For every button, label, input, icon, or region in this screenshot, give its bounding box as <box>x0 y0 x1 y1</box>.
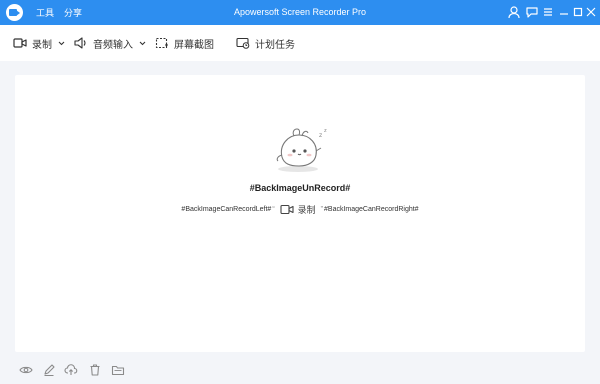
settings-icon[interactable] <box>541 5 555 19</box>
empty-mascot-icon: z z <box>272 125 342 175</box>
hint-left-text: #BackImageCanRecordLeft# <box>181 206 272 213</box>
video-camera-icon <box>280 204 294 215</box>
schedule-icon <box>236 37 250 49</box>
user-icon[interactable] <box>507 5 521 19</box>
screenshot-icon <box>155 37 168 49</box>
scheduled-task-label: 计划任务 <box>255 39 295 51</box>
trash-icon[interactable] <box>88 363 102 377</box>
svg-text:z: z <box>324 128 327 134</box>
feedback-icon[interactable] <box>525 5 539 19</box>
record-button[interactable]: 录制 <box>13 35 65 51</box>
minimize-icon[interactable] <box>557 5 571 19</box>
close-icon[interactable] <box>585 5 597 19</box>
screenshot-button[interactable]: 屏幕截图 <box>155 35 214 51</box>
audio-input-label: 音频输入 <box>93 39 133 51</box>
folder-icon[interactable] <box>111 363 125 377</box>
toolbar: 录制 音频输入 屏幕截图 计划任务 <box>0 25 600 61</box>
bottom-toolbar <box>0 357 600 384</box>
quote-close: ” <box>320 206 324 213</box>
chevron-down-icon[interactable] <box>139 41 146 46</box>
cloud-upload-icon[interactable] <box>64 363 78 377</box>
speaker-icon <box>74 37 86 49</box>
svg-text:z: z <box>319 132 322 139</box>
video-camera-icon <box>13 38 27 48</box>
audio-input-button[interactable]: 音频输入 <box>74 35 146 51</box>
quote-open: “ <box>272 206 275 213</box>
recordings-list-area: z z #BackImageUnRecord# #BackImageCanRec… <box>15 75 585 352</box>
hint-record-link[interactable]: 录制 <box>280 203 316 216</box>
empty-state-hint: #BackImageCanRecordLeft# “ 录制 ” #BackIma… <box>15 203 585 216</box>
screenshot-label: 屏幕截图 <box>174 39 214 51</box>
pencil-icon[interactable] <box>42 363 56 377</box>
title-bar: 工具 分享 Apowersoft Screen Recorder Pro <box>0 0 600 25</box>
hint-record-label: 录制 <box>297 205 316 215</box>
hint-right-text: #BackImageCanRecordRight# <box>324 206 419 213</box>
scheduled-task-button[interactable]: 计划任务 <box>236 35 295 51</box>
record-label: 录制 <box>32 39 52 51</box>
empty-state-title: #BackImageUnRecord# <box>249 183 351 193</box>
eye-icon[interactable] <box>19 363 33 377</box>
maximize-icon[interactable] <box>571 5 585 19</box>
chevron-down-icon[interactable] <box>58 41 65 46</box>
